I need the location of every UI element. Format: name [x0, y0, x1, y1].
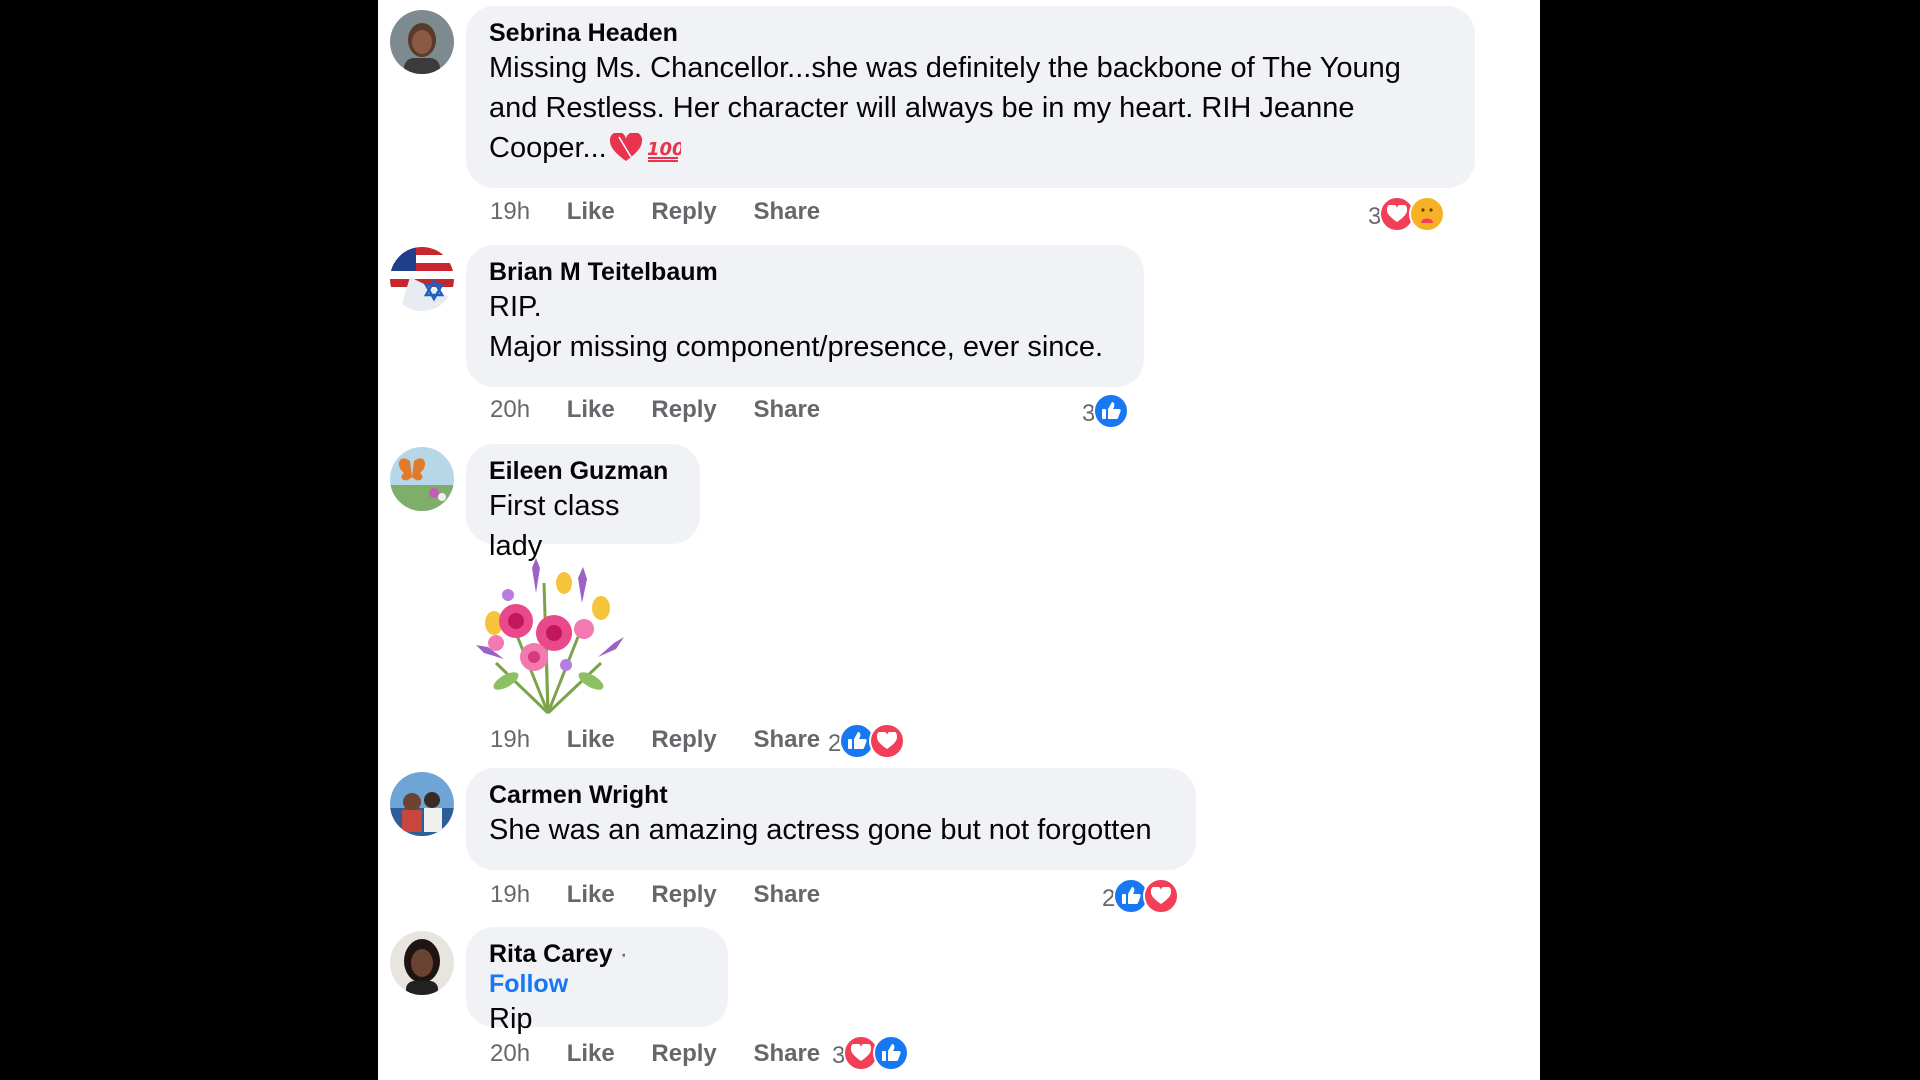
comment-author-row: Rita Carey · Follow	[489, 939, 705, 999]
comment-bubble: Carmen Wright She was an amazing actress…	[466, 768, 1196, 870]
comment-text: She was an amazing actress gone but not …	[489, 814, 1152, 846]
comment-bubble: Eileen Guzman First class lady	[466, 444, 700, 562]
avatar[interactable]	[390, 447, 454, 511]
share-button[interactable]: Share	[753, 726, 820, 753]
svg-text:100: 100	[647, 139, 681, 160]
comment-timestamp[interactable]: 19h	[490, 198, 530, 225]
comment-line: and Restless. Her character will always …	[489, 92, 1355, 124]
heart-emoji-icon	[609, 133, 643, 163]
comment-author[interactable]: Eileen Guzman	[489, 456, 677, 486]
comment-line: Major missing component/presence, ever s…	[489, 331, 1104, 363]
comment-text: RIP. Major missing component/presence, e…	[489, 287, 1121, 367]
flower-bouquet-sticker[interactable]	[466, 553, 631, 718]
love-icon	[869, 723, 906, 759]
comment-actions: 19h Like Reply Share	[490, 195, 850, 229]
comment-timestamp[interactable]: 19h	[490, 726, 530, 753]
share-button[interactable]: Share	[753, 1040, 820, 1067]
share-button[interactable]: Share	[753, 396, 820, 423]
reaction-summary[interactable]: 2	[1102, 876, 1180, 916]
reaction-summary[interactable]: 3	[1368, 194, 1446, 234]
like-button[interactable]: Like	[567, 198, 615, 225]
comment-text: Rip	[489, 1003, 533, 1035]
comment-timestamp[interactable]: 20h	[490, 1040, 530, 1067]
like-button[interactable]: Like	[567, 396, 615, 423]
comment-actions: 20h Like Reply Share	[490, 393, 850, 427]
comment-actions: 19h Like Reply Share	[490, 878, 850, 912]
comment-actions: 19h Like Reply Share	[490, 723, 850, 757]
comment-author[interactable]: Rita Carey	[489, 940, 613, 968]
love-icon	[1143, 878, 1180, 914]
like-button[interactable]: Like	[567, 1040, 615, 1067]
comment-line: Cooper...	[489, 132, 607, 164]
reaction-summary[interactable]: 3	[1082, 391, 1130, 431]
comments-panel: Sebrina Headen Missing Ms. Chancellor...…	[378, 0, 1540, 1080]
reaction-summary[interactable]: 3	[832, 1033, 910, 1073]
like-button[interactable]: Like	[567, 726, 615, 753]
reply-button[interactable]: Reply	[651, 881, 716, 908]
like-button[interactable]: Like	[567, 881, 615, 908]
avatar[interactable]	[390, 772, 454, 836]
comment-author[interactable]: Brian M Teitelbaum	[489, 257, 1121, 287]
share-button[interactable]: Share	[753, 881, 820, 908]
comment-text: Missing Ms. Chancellor...she was definit…	[489, 48, 1452, 168]
share-button[interactable]: Share	[753, 198, 820, 225]
follow-button[interactable]: Follow	[489, 970, 568, 998]
comment-author[interactable]: Sebrina Headen	[489, 18, 1452, 48]
care-icon	[1409, 196, 1446, 232]
reply-button[interactable]: Reply	[651, 198, 716, 225]
comment-actions: 20h Like Reply Share	[490, 1037, 850, 1071]
reply-button[interactable]: Reply	[651, 1040, 716, 1067]
follow-separator: ·	[612, 940, 628, 968]
reply-button[interactable]: Reply	[651, 726, 716, 753]
reaction-summary[interactable]: 2	[828, 721, 906, 761]
avatar[interactable]	[390, 10, 454, 74]
hundred-emoji-icon: 100	[645, 133, 681, 163]
comment-line: RIP.	[489, 291, 542, 323]
avatar[interactable]	[390, 931, 454, 995]
like-icon	[1093, 393, 1130, 429]
comment-bubble: Brian M Teitelbaum RIP. Major missing co…	[466, 245, 1144, 387]
like-icon	[873, 1035, 910, 1071]
comment-author[interactable]: Carmen Wright	[489, 780, 1173, 810]
reply-button[interactable]: Reply	[651, 396, 716, 423]
comment-line-last: Cooper... 100	[489, 128, 1452, 168]
comment-bubble: Rita Carey · Follow Rip	[466, 927, 728, 1035]
comment-timestamp[interactable]: 20h	[490, 396, 530, 423]
comment-line: Missing Ms. Chancellor...she was definit…	[489, 52, 1401, 84]
comment-bubble: Sebrina Headen Missing Ms. Chancellor...…	[466, 6, 1475, 188]
comment-timestamp[interactable]: 19h	[490, 881, 530, 908]
avatar[interactable]	[390, 247, 454, 311]
